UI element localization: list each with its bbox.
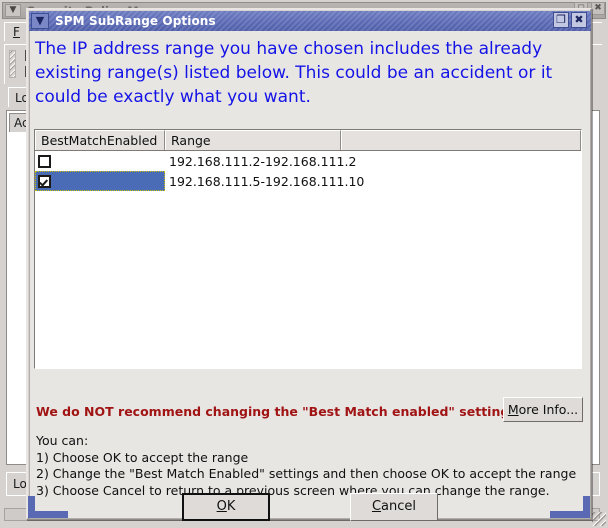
checkbox-unchecked-icon[interactable] xyxy=(38,154,51,168)
column-header-bestmatchenabled[interactable]: BestMatchEnabled xyxy=(35,130,165,150)
instructions-block: You can: 1) Choose OK to accept the rang… xyxy=(36,433,584,499)
chevron-down-icon[interactable]: ▼ xyxy=(31,13,49,29)
checkbox-checked-icon[interactable] xyxy=(38,174,51,188)
dialog-titlebar[interactable]: ▼ SPM SubRange Options xyxy=(29,11,591,31)
spm-subrange-options-dialog: ▼ SPM SubRange Options ❐ ✖ The IP addres… xyxy=(26,8,592,521)
cancel-mnemonic: C xyxy=(371,499,382,514)
instructions-heading: You can: xyxy=(36,433,89,448)
toolbar-drag-handle[interactable] xyxy=(9,50,16,78)
maximize-icon[interactable]: ❐ xyxy=(553,12,569,28)
dialog-content: The IP address range you have chosen inc… xyxy=(29,31,591,521)
table-row[interactable]: 192.168.111.5-192.168.111.10 xyxy=(35,171,581,191)
ok-label-rest: K xyxy=(226,499,236,514)
dialog-resize-grip-right[interactable] xyxy=(583,496,590,518)
more-info-label-rest: ore Info... xyxy=(518,402,579,417)
table-header-row: BestMatchEnabled Range xyxy=(35,130,581,151)
warning-text: We do NOT recommend changing the "Best M… xyxy=(36,404,517,419)
more-info-button[interactable]: More Info... xyxy=(503,397,583,422)
dialog-message: The IP address range you have chosen inc… xyxy=(35,39,553,107)
more-info-mnemonic: M xyxy=(507,402,519,417)
cell-bestmatchenabled[interactable] xyxy=(35,151,165,171)
instruction-item-1: 1) Choose OK to accept the range xyxy=(36,449,249,465)
instruction-item-2: 2) Change the "Best Match Enabled" setti… xyxy=(36,466,577,481)
column-header-blank[interactable] xyxy=(341,130,581,150)
cell-bestmatchenabled[interactable] xyxy=(35,171,165,191)
dialog-title: SPM SubRange Options xyxy=(55,14,216,28)
table-body: 192.168.111.2-192.168.111.2 192.168.111.5… xyxy=(35,151,581,191)
close-icon[interactable]: ✖ xyxy=(591,2,605,15)
menu-file-mnemonic: F xyxy=(13,25,20,39)
cancel-label-rest: ancel xyxy=(381,499,417,514)
window-resize-grip[interactable] xyxy=(592,512,606,526)
table-row[interactable]: 192.168.111.2-192.168.111.2 xyxy=(35,151,581,171)
chevron-down-icon[interactable]: ▼ xyxy=(5,4,21,17)
menu-item-file[interactable]: F xyxy=(13,25,20,39)
column-header-range[interactable]: Range xyxy=(165,130,341,150)
cell-range: 192.168.111.5-192.168.111.10 xyxy=(169,173,365,189)
cell-range: 192.168.111.2-192.168.111.2 xyxy=(169,153,357,169)
cancel-button[interactable]: Cancel xyxy=(350,493,438,521)
ok-mnemonic: O xyxy=(216,499,227,514)
dialog-resize-grip-left[interactable] xyxy=(28,496,35,518)
close-icon[interactable]: ✖ xyxy=(571,12,587,28)
ranges-table[interactable]: BestMatchEnabled Range 192.168.111.2-192… xyxy=(34,129,582,369)
ok-button[interactable]: OK xyxy=(182,493,270,521)
dialog-button-bar: OK Cancel xyxy=(30,493,590,521)
